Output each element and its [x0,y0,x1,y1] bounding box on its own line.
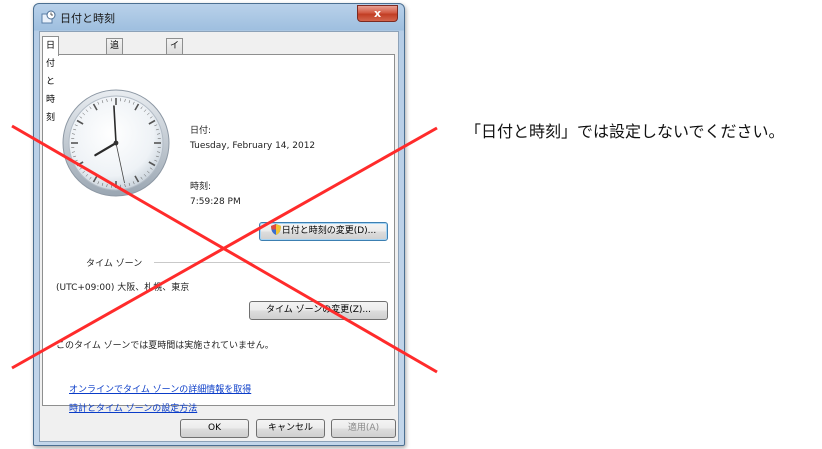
online-timezone-info-link[interactable]: オンラインでタイム ゾーンの詳細情報を取得 [69,382,251,395]
analog-clock [62,89,170,197]
tab-additional-clocks[interactable]: 追加の時計 [106,38,124,111]
close-button[interactable]: x [357,5,398,22]
timezone-value: (UTC+09:00) 大阪、札幌、東京 [56,283,190,293]
change-date-time-button[interactable]: 日付と時刻の変更(D)... [259,222,388,241]
change-timezone-button[interactable]: タイム ゾーンの変更(Z)... [249,301,388,320]
title-bar[interactable]: 日付と時刻 x [34,4,404,30]
dialog-client-area: 日付と時刻 追加の時計 インターネット時刻 [39,31,399,442]
time-label: 時刻: [190,182,212,192]
clock-timezone-help-link[interactable]: 時計とタイム ゾーンの設定方法 [69,401,197,414]
tab-panel-date-time: 日付: Tuesday, February 14, 2012 時刻: 7:59:… [42,54,395,406]
change-date-time-label: 日付と時刻の変更(D)... [281,226,377,236]
date-value: Tuesday, February 14, 2012 [190,141,316,151]
time-value: 7:59:28 PM [190,197,241,207]
window-title: 日付と時刻 [60,12,115,25]
cancel-button[interactable]: キャンセル [256,419,325,438]
annotation-text: 「日付と時刻」では設定しないでください。 [465,122,785,141]
tab-internet-time[interactable]: インターネット時刻 [166,38,184,171]
dst-message: このタイム ゾーンでは夏時間は実施されていません。 [56,341,274,351]
uac-shield-icon [270,224,281,235]
date-time-app-icon [41,10,56,24]
apply-button[interactable]: 適用(A) [331,419,396,438]
date-time-dialog: 日付と時刻 x 日付と時刻 追加の時計 インターネット時刻 [33,3,405,446]
date-label: 日付: [190,126,212,136]
tab-date-time[interactable]: 日付と時刻 [42,36,60,123]
ok-button[interactable]: OK [180,419,249,438]
timezone-divider [154,262,390,263]
timezone-heading: タイム ゾーン [86,259,143,269]
